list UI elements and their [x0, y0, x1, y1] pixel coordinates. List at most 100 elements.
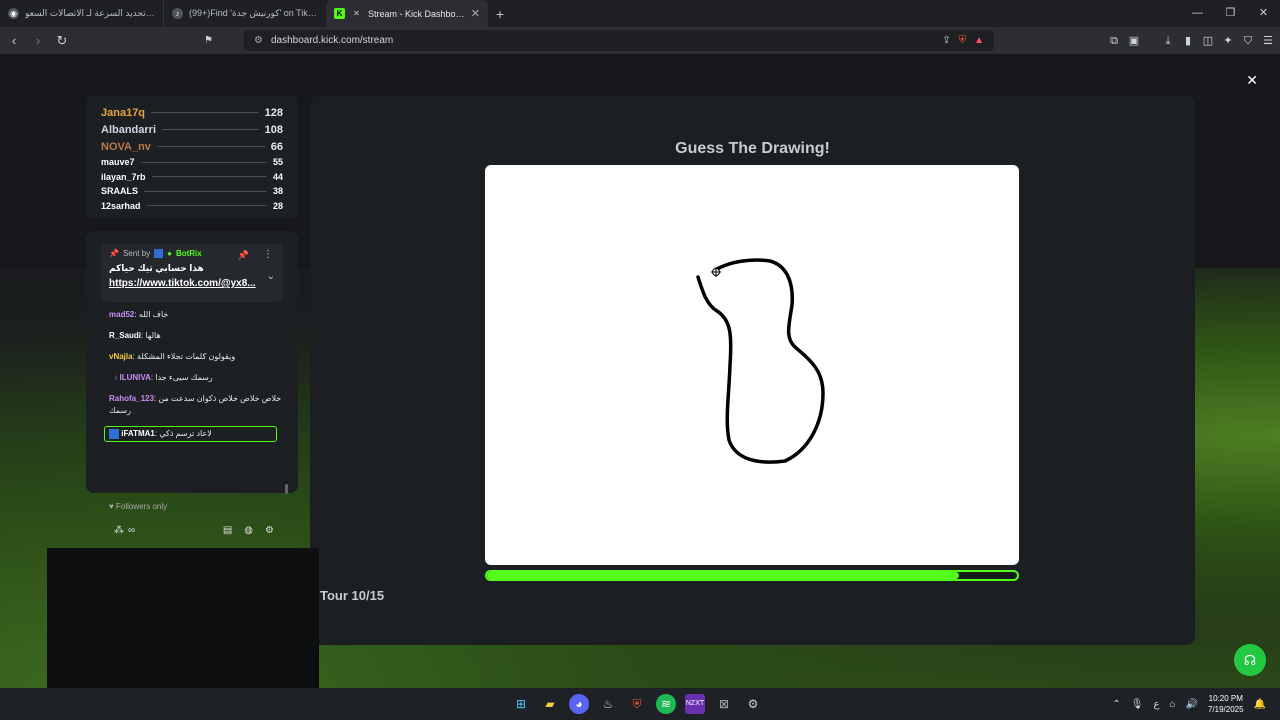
volume-icon[interactable]: 🔊 — [1186, 699, 1198, 710]
chat-username[interactable]: Rahofa_123 — [109, 394, 154, 403]
more-options-icon[interactable]: ⋮ — [263, 249, 273, 260]
network-icon[interactable]: ⌂ — [1169, 699, 1175, 710]
notification-bell-icon[interactable]: 🔔 — [1254, 699, 1266, 710]
mute-icon[interactable]: ✕ — [351, 8, 362, 19]
site-info-icon[interactable]: ⚙ — [254, 35, 263, 46]
pinned-link[interactable]: https://www.tiktok.com/@yx8... — [109, 278, 275, 289]
reply-icon: ı — [115, 373, 118, 382]
settings-app-icon[interactable]: ⚙ — [743, 694, 763, 714]
steam-icon[interactable]: ♨ — [598, 694, 618, 714]
nzxt-icon[interactable]: NZXT — [685, 694, 705, 714]
clock-time: 10:20 PM — [1208, 694, 1243, 703]
browser-tab-active[interactable]: K ✕ Stream - Kick Dashboard ✕ — [326, 0, 488, 27]
heart-icon: ♥ — [109, 502, 114, 511]
sidebar-icon[interactable]: ▮ — [1182, 35, 1194, 47]
reload-icon[interactable]: ↻ — [52, 33, 72, 49]
round-counter: Tour 10/15 — [320, 588, 385, 603]
close-window-icon[interactable]: ✕ — [1247, 0, 1280, 27]
os-taskbar: ⊞ ▰ ◕ ♨ ⛨ ≋ NZXT ⊠ ⚙ ⌃ 🎙 ع ⌂ 🔊 10:20 PM … — [0, 688, 1280, 720]
player-name: 12sarhad — [101, 200, 141, 211]
row-divider — [144, 190, 267, 192]
chat-message: vNajla: ويقولون كلمات تجلاء المشكلة — [109, 351, 289, 363]
chevron-up-icon[interactable]: ⌃ — [1112, 699, 1120, 710]
screenshot-icon[interactable]: ▣ — [1128, 35, 1140, 47]
file-explorer-icon[interactable]: ▰ — [540, 694, 560, 714]
chat-colon: : — [134, 310, 137, 319]
drawn-stroke — [696, 258, 825, 464]
restore-icon[interactable]: ❐ — [1214, 0, 1247, 27]
followers-only-label: Followers only — [115, 502, 168, 511]
chat-bubble-icon[interactable]: ◍ — [244, 525, 253, 536]
chat-username[interactable]: iFATMA1 — [121, 429, 155, 438]
bot-avatar-icon — [154, 249, 164, 258]
leaderboard-row: Albandarri 108 — [101, 121, 283, 138]
brave-shield-icon[interactable]: ⛨ — [959, 35, 967, 46]
brave-rewards-icon[interactable]: ▲ — [974, 35, 984, 46]
chat-text: لاعاد ترسم ذكي — [159, 429, 212, 438]
spotify-icon[interactable]: ≋ — [656, 694, 676, 714]
new-tab-button[interactable]: + — [488, 6, 512, 22]
menu-icon[interactable]: ☰ — [1262, 35, 1274, 47]
player-name: Jana17q — [101, 106, 146, 119]
chat-username[interactable]: R_Saudi — [109, 331, 141, 340]
kick-points-icon[interactable]: ⁂ — [114, 525, 124, 536]
windows-start-icon[interactable]: ⊞ — [511, 694, 531, 714]
browser-tab-2[interactable]: ♪ (99+)Find 'كورنيش جدة' on TikTok | T..… — [163, 0, 326, 27]
sender-name: BotRix — [175, 249, 202, 258]
discord-icon[interactable]: ◕ — [569, 694, 589, 714]
row-divider — [151, 176, 267, 178]
browser-tab-1[interactable]: ◉ تخطي تحديد السرعة لـ الاتصالات السعو..… — [0, 0, 163, 27]
unpin-icon[interactable]: 📌 — [238, 250, 249, 261]
download-icon[interactable]: ⤓ — [1162, 35, 1174, 47]
leaderboard-row: mauve7 55 — [101, 155, 283, 170]
wave-icon: ◉ — [8, 8, 19, 19]
vpn-icon[interactable]: ⛉ — [1242, 35, 1254, 47]
wallet-icon[interactable]: ◫ — [1202, 35, 1214, 47]
minimize-icon[interactable]: — — [1181, 0, 1214, 27]
progress-fill — [487, 572, 959, 579]
window-controls: — ❐ ✕ — [1181, 0, 1280, 27]
copy-icon[interactable]: ▤ — [223, 525, 232, 536]
game-title: Guess The Drawing! — [675, 140, 830, 157]
chat-scrollbar[interactable] — [285, 484, 288, 494]
chevron-down-icon[interactable]: ⌄ — [267, 271, 275, 282]
chat-username[interactable]: mad52 — [109, 310, 134, 319]
webcam-overlay — [47, 548, 319, 688]
support-chat-button[interactable]: ☊ — [1234, 644, 1266, 676]
chat-text: خاف الله — [138, 310, 169, 319]
input-language[interactable]: ع — [1153, 699, 1159, 710]
drawing-svg — [696, 258, 825, 464]
player-score: 108 — [264, 123, 283, 136]
player-score: 38 — [272, 186, 283, 197]
address-bar[interactable]: ⚑ ⚙ dashboard.kick.com/stream ⇪ ⛨ ▲ — [204, 30, 994, 51]
drawing-canvas[interactable] — [485, 165, 1019, 565]
share-icon[interactable]: ⇪ — [942, 35, 950, 46]
round-timer-progress — [485, 570, 1019, 581]
close-tab-icon[interactable]: ✕ — [471, 7, 480, 20]
pinned-message[interactable]: 📌 Sent by ● BotRix هذا حسابي تيك حياكم h… — [101, 244, 283, 302]
player-score: 28 — [272, 200, 283, 211]
leo-icon[interactable]: ✦ — [1222, 35, 1234, 47]
xbox-icon[interactable]: ⊠ — [714, 694, 734, 714]
extensions-icon[interactable]: ⧉ — [1108, 35, 1120, 47]
back-icon[interactable]: ‹ — [4, 33, 24, 48]
brave-browser-icon[interactable]: ⛨ — [627, 694, 647, 714]
bookmark-icon[interactable]: ⚑ — [204, 35, 213, 46]
tiktok-icon: ♪ — [172, 8, 183, 19]
player-score: 66 — [270, 140, 283, 153]
verified-icon: ● — [167, 249, 172, 258]
chat-username[interactable]: vNajla — [109, 352, 133, 361]
clock[interactable]: 10:20 PM 7/19/2025 — [1208, 693, 1244, 715]
close-icon[interactable]: ✕ — [1246, 72, 1258, 89]
row-divider — [140, 161, 267, 163]
gear-icon[interactable]: ⚙ — [265, 525, 274, 536]
chat-message-highlighted: iFATMA1: لاعاد ترسم ذكي — [104, 426, 277, 442]
pin-icon: 📌 — [109, 249, 119, 258]
followers-only-notice: ♥ Followers only — [109, 502, 167, 511]
microphone-icon[interactable]: 🎙 — [1131, 699, 1144, 710]
browser-nav-bar: ‹ › ↻ ⚑ ⚙ dashboard.kick.com/stream ⇪ ⛨ … — [0, 27, 1280, 54]
chat-username[interactable]: ILUNIVA — [119, 373, 150, 382]
player-name: mauve7 — [101, 157, 135, 168]
forward-icon[interactable]: › — [28, 33, 48, 48]
